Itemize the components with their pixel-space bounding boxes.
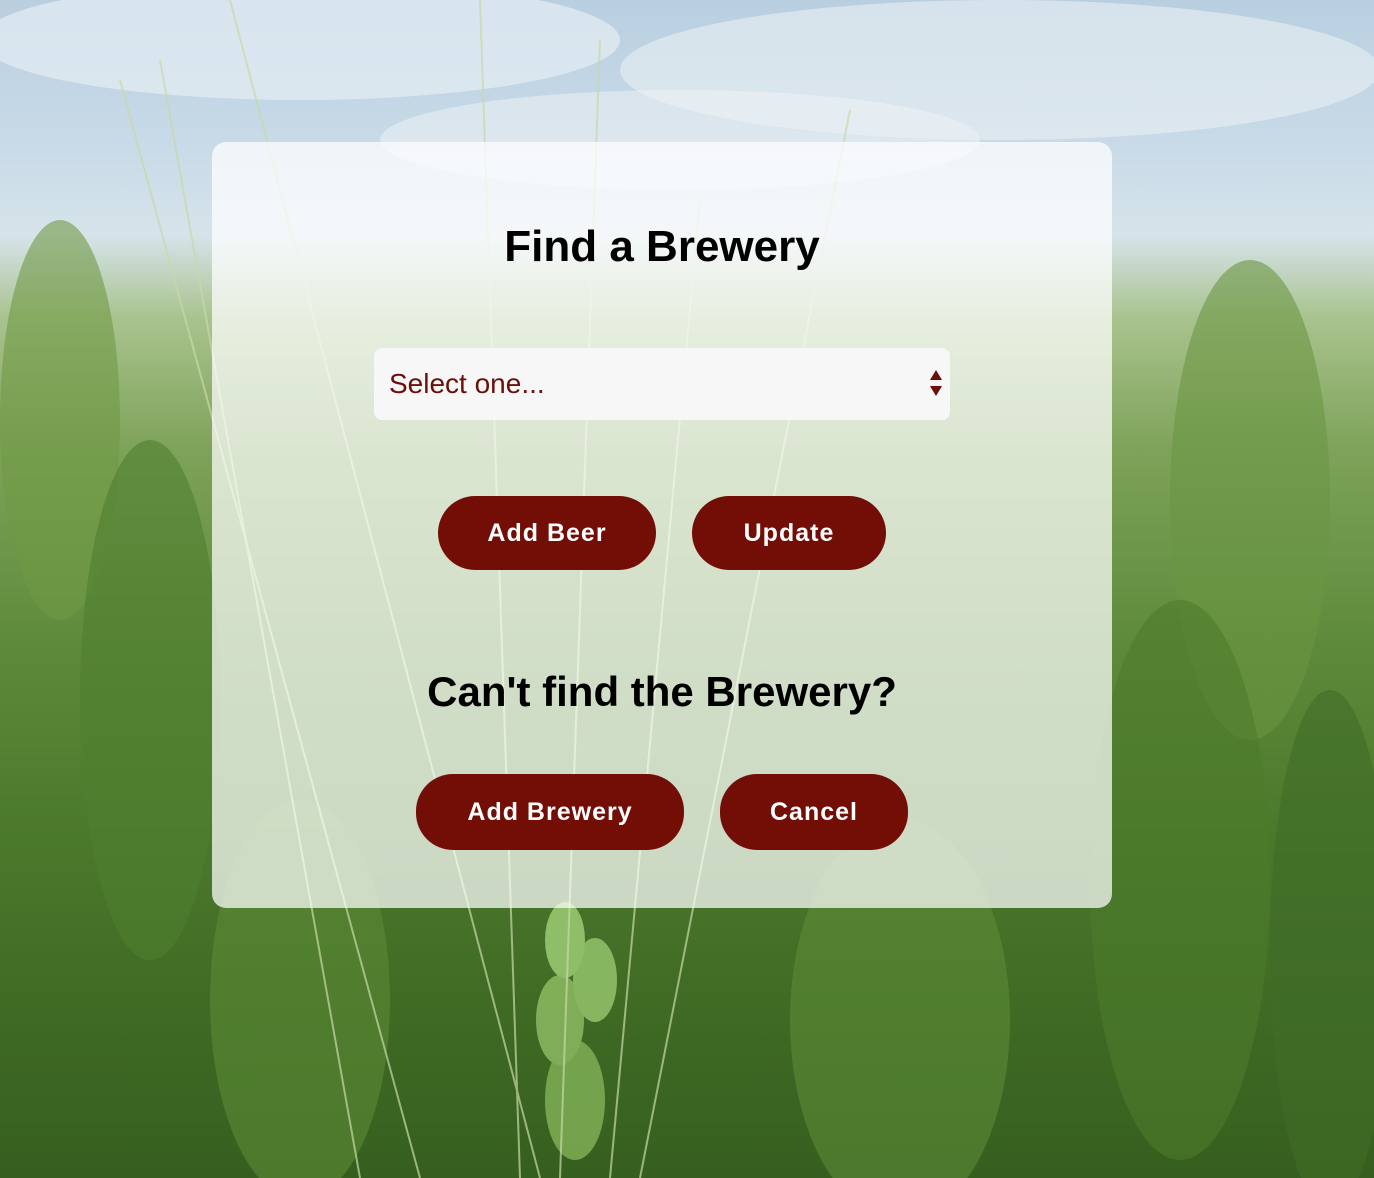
cancel-button[interactable]: Cancel xyxy=(720,774,908,850)
add-brewery-button[interactable]: Add Brewery xyxy=(416,774,684,850)
page-title: Find a Brewery xyxy=(504,222,820,271)
update-button[interactable]: Update xyxy=(692,496,886,570)
select-arrows-icon xyxy=(928,368,944,400)
brewery-select[interactable]: Select one... xyxy=(374,348,950,420)
add-beer-button[interactable]: Add Beer xyxy=(438,496,656,570)
brewery-select-value: Select one... xyxy=(389,368,545,399)
cant-find-heading: Can't find the Brewery? xyxy=(427,668,897,715)
